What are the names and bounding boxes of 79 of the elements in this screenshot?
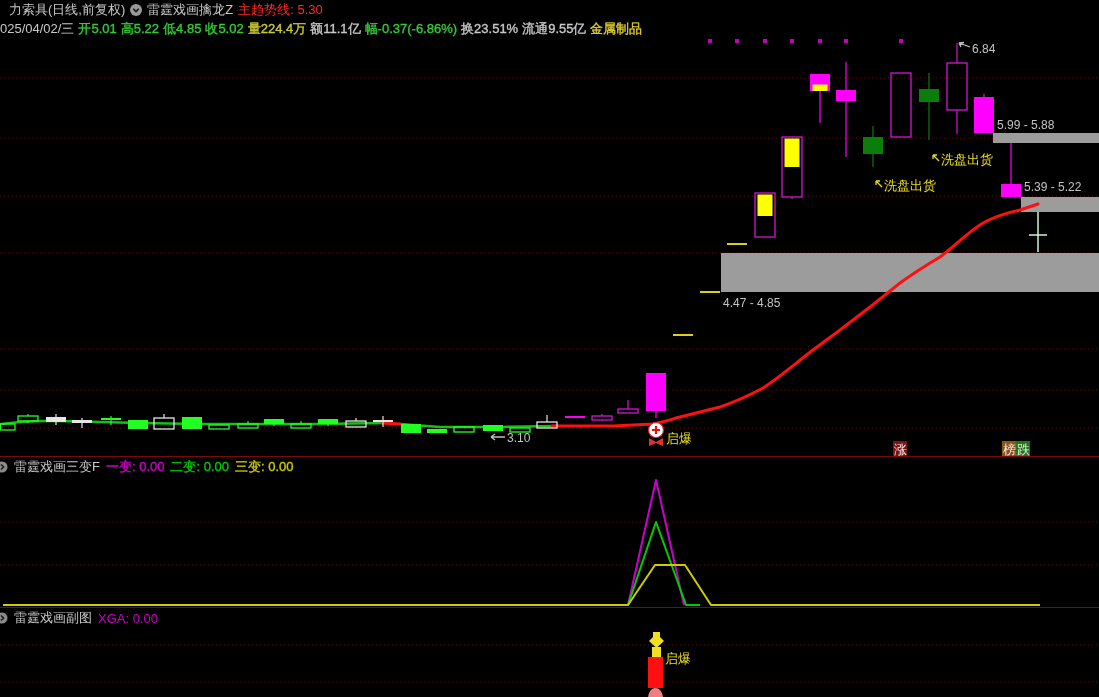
signal-bar — [648, 657, 663, 688]
arrow-icon — [490, 433, 506, 441]
candlestick — [17, 413, 39, 424]
candlestick — [617, 399, 639, 414]
note-label: 洗盘出货 — [941, 152, 993, 167]
candlestick — [919, 72, 939, 141]
candlestick — [373, 415, 393, 428]
quote-value: 额11.1亿 — [310, 20, 361, 38]
candlestick — [727, 243, 747, 245]
arrow-icon — [649, 632, 664, 657]
candlestick — [290, 420, 312, 429]
candlestick — [46, 413, 66, 426]
candlestick — [427, 429, 447, 433]
marker-icon — [648, 688, 663, 697]
zone-label: 4.47 - 4.85 — [723, 296, 781, 310]
candlestick — [810, 74, 830, 124]
quote-value: 幅-0.37(-6.86%) — [364, 20, 458, 38]
panel-title: 雷霆戏画三变F — [14, 458, 100, 476]
candlestick — [781, 136, 803, 200]
dropdown-icon[interactable] — [130, 4, 143, 16]
candlestick — [128, 420, 148, 429]
zone-label: 5.39 - 5.22 — [1024, 180, 1082, 194]
candlestick — [72, 417, 92, 429]
candlestick — [345, 417, 367, 428]
trend-reading: 主趋势线: 5.30 — [238, 1, 323, 19]
chevron-icon[interactable] — [0, 612, 8, 624]
quote-value: 收5.02 — [205, 20, 244, 38]
candlestick — [264, 419, 284, 427]
candlestick — [1001, 142, 1021, 197]
signal-tag: 榜 — [1002, 441, 1016, 456]
candlestick — [673, 334, 693, 336]
candlestick — [318, 419, 338, 427]
candlestick — [208, 424, 230, 430]
arrow-icon — [875, 180, 883, 188]
note-label: 洗盘出货 — [884, 178, 936, 193]
arrow-icon — [932, 154, 940, 162]
candlestick — [483, 425, 503, 431]
candlestick — [565, 416, 585, 418]
candlestick — [536, 414, 558, 429]
quote-value: 流通9.55亿 — [522, 20, 587, 38]
candlestick — [591, 413, 613, 422]
indicator-reading: 三变: 0.00 — [235, 458, 294, 476]
candlestick — [237, 420, 259, 429]
low-price-label: 3.10 — [507, 431, 531, 445]
candlestick — [754, 192, 776, 238]
candlestick — [453, 426, 475, 433]
quote-value: 换23.51% — [461, 20, 519, 38]
signal-label: 启爆 — [666, 431, 692, 446]
indicator-name: 雷霆戏画擒龙Z — [147, 1, 234, 19]
candlestick — [401, 424, 421, 433]
candlestick — [1028, 211, 1048, 253]
signal-label: 启爆 — [665, 651, 691, 666]
candlestick — [646, 373, 666, 419]
candlestick — [700, 291, 720, 293]
indicator-reading: XGA: 0.00 — [98, 610, 158, 626]
candlestick — [863, 125, 883, 168]
quote-value: 量224.4万 — [247, 20, 307, 38]
quote-value: 低4.85 — [163, 20, 202, 38]
signal-tag: 跌 — [1016, 441, 1030, 456]
signal-tag: 涨 — [893, 441, 907, 456]
candlestick — [509, 427, 531, 433]
candlestick — [974, 93, 994, 133]
quote-value: 金属制品 — [590, 20, 643, 38]
quote-value: 开5.01 — [78, 20, 117, 38]
candlestick — [101, 415, 121, 426]
date-label: 025/04/02/三 — [0, 20, 75, 38]
candlestick — [182, 417, 202, 429]
panel-title: 雷霆戏画副图 — [14, 609, 92, 627]
zone-label: 5.99 - 5.88 — [997, 118, 1055, 132]
candlestick — [153, 413, 175, 430]
indicator-reading: 二变: 0.00 — [170, 458, 229, 476]
candlestick — [890, 72, 912, 138]
quote-value: 高5.22 — [120, 20, 160, 38]
stock-title: 力索具(日线,前复权) — [9, 1, 126, 19]
plus-circle-icon — [647, 421, 665, 439]
high-price-label: 6.84 — [972, 42, 996, 56]
indicator-reading: 一变: 0.00 — [105, 458, 165, 476]
chevron-icon[interactable] — [0, 461, 8, 473]
arrow-icon — [958, 41, 971, 48]
